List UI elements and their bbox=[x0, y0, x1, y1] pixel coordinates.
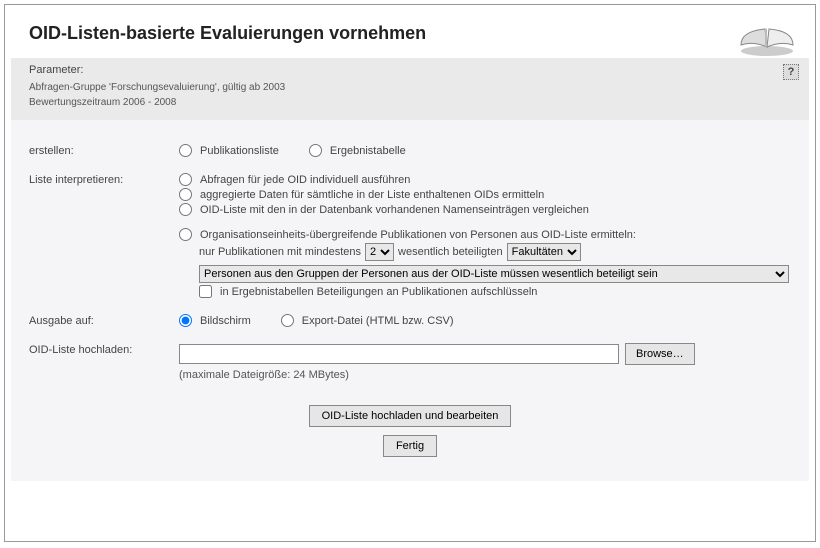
row-create: erstellen: Publikationsliste Ergebnistab… bbox=[29, 144, 791, 159]
radio-export-label: Export-Datei (HTML bzw. CSV) bbox=[302, 315, 454, 327]
min-count-select[interactable]: 2 bbox=[365, 243, 394, 261]
radio-aggregate[interactable]: aggregierte Daten für sämtliche in der L… bbox=[179, 188, 791, 201]
radio-orgcross[interactable]: Organisationseinheits-übergreifende Publ… bbox=[179, 228, 791, 241]
interpret-label: Liste interpretieren: bbox=[29, 173, 179, 186]
browse-button[interactable]: Browse… bbox=[625, 343, 695, 365]
output-label: Ausgabe auf: bbox=[29, 314, 179, 327]
radio-compare-label: OID-Liste mit den in der Datenbank vorha… bbox=[200, 204, 589, 216]
done-button[interactable]: Fertig bbox=[383, 435, 437, 457]
sub-mid: wesentlich beteiligten bbox=[398, 246, 503, 258]
row-interpret: Liste interpretieren: Abfragen für jede … bbox=[29, 173, 791, 300]
radio-ergebnistabelle-input[interactable] bbox=[309, 144, 322, 157]
radio-compare-input[interactable] bbox=[179, 203, 192, 216]
radio-ergebnistabelle-label: Ergebnistabelle bbox=[330, 145, 406, 157]
radio-aggregate-input[interactable] bbox=[179, 188, 192, 201]
radio-compare[interactable]: OID-Liste mit den in der Datenbank vorha… bbox=[179, 203, 791, 216]
radio-screen-input[interactable] bbox=[179, 314, 192, 327]
radio-screen[interactable]: Bildschirm bbox=[179, 314, 251, 327]
upload-hint: (maximale Dateigröße: 24 MBytes) bbox=[179, 369, 791, 381]
main-panel: OID-Listen-basierte Evaluierungen vorneh… bbox=[4, 4, 816, 542]
group-participation-select[interactable]: Personen aus den Gruppen der Personen au… bbox=[199, 265, 789, 283]
radio-orgcross-label: Organisationseinheits-übergreifende Publ… bbox=[200, 229, 636, 241]
orgcross-subline: nur Publikationen mit mindestens 2 wesen… bbox=[199, 243, 791, 261]
upload-label: OID-Liste hochladen: bbox=[29, 343, 179, 356]
file-path-input[interactable] bbox=[179, 344, 619, 364]
unit-select[interactable]: Fakultäten bbox=[507, 243, 581, 261]
breakdown-checkbox[interactable] bbox=[199, 285, 212, 298]
radio-export-input[interactable] bbox=[281, 314, 294, 327]
radio-publikationsliste[interactable]: Publikationsliste bbox=[179, 144, 279, 157]
radio-publikationsliste-label: Publikationsliste bbox=[200, 145, 279, 157]
sub-prefix: nur Publikationen mit mindestens bbox=[199, 246, 361, 258]
page-title: OID-Listen-basierte Evaluierungen vorneh… bbox=[29, 23, 795, 44]
radio-publikationsliste-input[interactable] bbox=[179, 144, 192, 157]
header-area: OID-Listen-basierte Evaluierungen vorneh… bbox=[5, 5, 815, 58]
radio-aggregate-label: aggregierte Daten für sämtliche in der L… bbox=[200, 189, 544, 201]
radio-individual-input[interactable] bbox=[179, 173, 192, 186]
breakdown-checkbox-line: in Ergebnistabellen Beteiligungen an Pub… bbox=[199, 285, 791, 298]
action-buttons: OID-Liste hochladen und bearbeiten Ferti… bbox=[29, 401, 791, 461]
create-label: erstellen: bbox=[29, 144, 179, 157]
process-button[interactable]: OID-Liste hochladen und bearbeiten bbox=[309, 405, 512, 427]
form-area: erstellen: Publikationsliste Ergebnistab… bbox=[11, 120, 809, 481]
book-icon bbox=[735, 11, 799, 59]
radio-individual-label: Abfragen für jede OID individuell ausfüh… bbox=[200, 174, 410, 186]
row-upload: OID-Liste hochladen: Browse… (maximale D… bbox=[29, 343, 791, 381]
help-icon[interactable]: ? bbox=[783, 64, 799, 80]
row-output: Ausgabe auf: Bildschirm Export-Datei (HT… bbox=[29, 314, 791, 329]
parameter-line-2: Bewertungszeitraum 2006 - 2008 bbox=[29, 95, 791, 110]
radio-individual[interactable]: Abfragen für jede OID individuell ausfüh… bbox=[179, 173, 791, 186]
parameter-box: Parameter: Abfragen-Gruppe 'Forschungsev… bbox=[11, 58, 809, 120]
radio-screen-label: Bildschirm bbox=[200, 315, 251, 327]
radio-orgcross-input[interactable] bbox=[179, 228, 192, 241]
radio-ergebnistabelle[interactable]: Ergebnistabelle bbox=[309, 144, 406, 157]
parameter-label: Parameter: bbox=[29, 64, 791, 76]
parameter-line-1: Abfragen-Gruppe 'Forschungsevaluierung',… bbox=[29, 80, 791, 95]
breakdown-checkbox-label: in Ergebnistabellen Beteiligungen an Pub… bbox=[220, 286, 537, 298]
radio-export[interactable]: Export-Datei (HTML bzw. CSV) bbox=[281, 314, 454, 327]
